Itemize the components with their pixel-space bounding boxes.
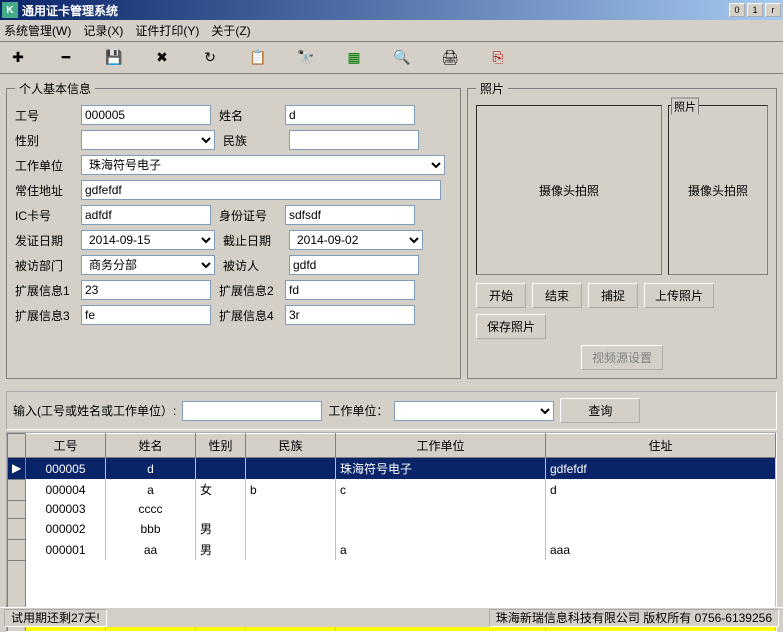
- status-bar: 试用期还剩27天! 珠海新瑞信息科技有限公司 版权所有 0756-6139256: [0, 607, 783, 627]
- grid-header: 工号 姓名 性别 民族 工作单位 住址: [8, 434, 776, 458]
- add-icon[interactable]: ✚: [8, 48, 28, 68]
- camera-preview: 摄像头拍照: [476, 105, 662, 275]
- photo-preview: 照片 摄像头拍照: [668, 105, 768, 275]
- search-input[interactable]: [182, 401, 322, 421]
- video-source-button: 视频源设置: [581, 345, 663, 370]
- label-idcard: 身份证号: [219, 207, 277, 224]
- ext1-input[interactable]: [81, 280, 211, 300]
- menu-system[interactable]: 系统管理(W): [4, 22, 71, 39]
- menu-bar: 系统管理(W) 记录(X) 证件打印(Y) 关于(Z): [0, 20, 783, 42]
- label-unit: 工作单位: [15, 157, 73, 174]
- search-bar: 输入(工号或姓名或工作单位）: 工作单位： 查询: [6, 391, 777, 430]
- label-ext1: 扩展信息1: [15, 282, 73, 299]
- ext3-input[interactable]: [81, 305, 211, 325]
- label-name: 姓名: [219, 107, 277, 124]
- photo-fieldset: 照片 摄像头拍照 照片 摄像头拍照 开始 结束 捕捉 上传照片 保存照片 视频源…: [467, 80, 777, 379]
- label-id: 工号: [15, 107, 73, 124]
- excel-icon[interactable]: ▦: [344, 48, 364, 68]
- menu-about[interactable]: 关于(Z): [211, 22, 250, 39]
- label-gender: 性别: [15, 132, 73, 149]
- table-row[interactable]: 000002bbb男: [8, 518, 776, 539]
- personal-legend: 个人基本信息: [15, 80, 95, 97]
- save-icon[interactable]: 💾: [104, 48, 124, 68]
- start-button[interactable]: 开始: [476, 283, 526, 308]
- title-bar: K 通用证卡管理系统 0 1 r: [0, 0, 783, 20]
- minus-icon[interactable]: ━: [56, 48, 76, 68]
- save-photo-button[interactable]: 保存照片: [476, 314, 546, 339]
- issue-date[interactable]: 2014-09-15: [81, 230, 215, 250]
- ext2-input[interactable]: [285, 280, 415, 300]
- unit-select[interactable]: 珠海符号电子: [81, 155, 445, 175]
- search-button[interactable]: 查询: [560, 398, 640, 423]
- ext4-input[interactable]: [285, 305, 415, 325]
- cancel-icon[interactable]: ✖: [152, 48, 172, 68]
- end-button[interactable]: 结束: [532, 283, 582, 308]
- table-row[interactable]: 000003cccc: [8, 500, 776, 518]
- status-left: 试用期还剩27天!: [4, 609, 107, 627]
- search-unit-label: 工作单位：: [328, 402, 388, 419]
- window-title: 通用证卡管理系统: [22, 2, 729, 19]
- idcard-input[interactable]: [285, 205, 415, 225]
- search-label: 输入(工号或姓名或工作单位）:: [13, 402, 176, 419]
- exit-icon[interactable]: ⎘: [488, 48, 508, 68]
- copy-icon[interactable]: 📋: [248, 48, 268, 68]
- minimize-button[interactable]: 0: [729, 3, 745, 17]
- personal-info-fieldset: 个人基本信息 工号 姓名 性别 民族 工作单位 珠海符号电子 常住地址: [6, 80, 461, 379]
- status-right: 珠海新瑞信息科技有限公司 版权所有 0756-6139256: [489, 609, 779, 627]
- label-ethnic: 民族: [223, 132, 281, 149]
- ethnic-input[interactable]: [289, 130, 419, 150]
- search-unit-select[interactable]: [394, 401, 554, 421]
- iccard-input[interactable]: [81, 205, 211, 225]
- capture-button[interactable]: 捕捉: [588, 283, 638, 308]
- upload-button[interactable]: 上传照片: [644, 283, 714, 308]
- app-icon: K: [2, 2, 18, 18]
- addr-input[interactable]: [81, 180, 441, 200]
- photo-legend: 照片: [476, 80, 508, 97]
- label-dept: 被访部门: [15, 257, 73, 274]
- binoculars-icon[interactable]: 🔭: [296, 48, 316, 68]
- menu-record[interactable]: 记录(X): [83, 22, 123, 39]
- close-button[interactable]: r: [765, 3, 781, 17]
- label-issue: 发证日期: [15, 232, 73, 249]
- menu-print[interactable]: 证件打印(Y): [135, 22, 199, 39]
- expire-date[interactable]: 2014-09-02: [289, 230, 423, 250]
- table-row[interactable]: ▶000005d珠海符号电子gdfefdf: [8, 458, 776, 480]
- label-visitor: 被访人: [223, 257, 281, 274]
- id-input[interactable]: [81, 105, 211, 125]
- toolbar: ✚ ━ 💾 ✖ ↻ 📋 🔭 ▦ 🔍 🖨 ⎘: [0, 42, 783, 74]
- label-ext4: 扩展信息4: [219, 307, 277, 324]
- label-iccard: IC卡号: [15, 207, 73, 224]
- search-icon[interactable]: 🔍: [392, 48, 412, 68]
- name-input[interactable]: [285, 105, 415, 125]
- gender-select[interactable]: [81, 130, 215, 150]
- label-addr: 常住地址: [15, 182, 73, 199]
- maximize-button[interactable]: 1: [747, 3, 763, 17]
- data-grid[interactable]: 工号 姓名 性别 民族 工作单位 住址 ▶000005d珠海符号电子gdfefd…: [6, 432, 777, 632]
- print-icon[interactable]: 🖨: [440, 48, 460, 68]
- label-expire: 截止日期: [223, 232, 281, 249]
- dept-select[interactable]: 商务分部: [81, 255, 215, 275]
- table-row[interactable]: 000004a女bcd: [8, 479, 776, 500]
- label-ext2: 扩展信息2: [219, 282, 277, 299]
- refresh-icon[interactable]: ↻: [200, 48, 220, 68]
- table-row[interactable]: 000001aa男aaaa: [8, 539, 776, 560]
- label-ext3: 扩展信息3: [15, 307, 73, 324]
- visitor-input[interactable]: [289, 255, 419, 275]
